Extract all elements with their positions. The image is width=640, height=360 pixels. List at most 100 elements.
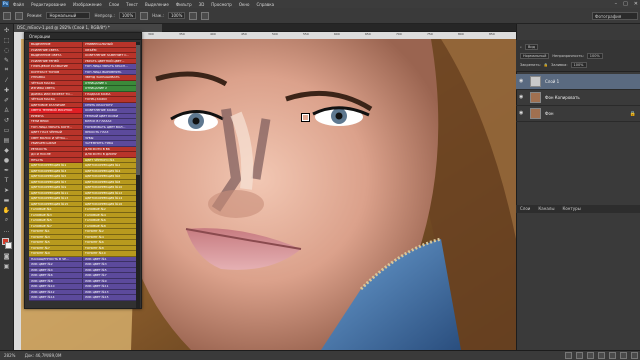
ruler-tick-label: 800 [458,32,464,36]
new-layer-icon[interactable] [620,352,627,359]
eye-icon[interactable]: ◉ [519,78,527,86]
layer-name: Слой 1 [545,79,560,84]
mode-label: Режим: [27,13,43,18]
ruler-tick-label: 750 [427,32,433,36]
document-tab[interactable]: DSC_mExcv-1.psd @ 282% (Слой 1, RGB/8*) … [14,24,162,32]
document-tabs: DSC_mExcv-1.psd @ 282% (Слой 1, RGB/8*) … [14,24,516,32]
actions-scroll-thumb[interactable] [136,45,140,175]
menu-edit[interactable]: Редактирование [31,2,66,7]
background-color[interactable] [5,242,12,249]
actions-scrollbar[interactable] [136,42,140,308]
opacity-input[interactable]: 100% [118,12,137,19]
tab-layers[interactable]: Слои [520,205,530,213]
fx-icon[interactable] [576,352,583,359]
layer-thumbnail [530,108,541,119]
layer-name: Фон [545,111,554,116]
menu-file[interactable]: Файл [13,2,24,7]
shape-tool-icon[interactable]: ▬ [2,196,12,204]
workspace-select[interactable]: Фотография [592,12,638,20]
menu-layers[interactable]: Слои [109,2,119,7]
zoom-tool-icon[interactable]: ⌕ [2,216,12,224]
tab-paths[interactable]: Контуры [562,205,580,213]
ruler-tick-label: 600 [334,32,340,36]
folder-icon[interactable] [609,352,616,359]
ruler-tick-label: 850 [489,32,495,36]
menu-filter[interactable]: Фильтр [176,2,192,7]
dodge-tool-icon[interactable]: ● [2,156,12,164]
adjustment-icon[interactable] [598,352,605,359]
brush-tool-icon-side[interactable]: ✐ [2,96,12,104]
menu-text[interactable]: Текст [126,2,138,7]
crop-tool-icon[interactable]: ⌗ [2,66,12,74]
action-item[interactable]: ЛИК ЦВЕТ №15 [83,295,137,301]
ruler-tick-label: 300 [148,32,154,36]
menu-3d[interactable]: 3D [199,2,205,7]
brush-tool-icon[interactable] [3,11,11,20]
ruler-tick-label: 450 [241,32,247,36]
menu-help[interactable]: Справка [256,2,274,7]
ruler-tick-label: 400 [210,32,216,36]
history-brush-icon[interactable]: ↺ [2,116,12,124]
hand-tool-icon[interactable]: ✋ [2,206,12,214]
app-logo: Ps [2,1,9,7]
screen-mode-icon[interactable]: ▣ [2,262,12,270]
menu-view[interactable]: Просмотр [211,2,232,7]
layer-thumbnail [530,92,541,103]
layers-list: ◉ Слой 1 ◉ Фон Копировать ◉ Фон 🔒 [516,40,640,205]
pressure-opacity-icon[interactable] [140,11,149,20]
status-bar: 282% Док: 46,7M/89,0M [0,350,640,360]
path-select-icon[interactable]: ➤ [2,186,12,194]
gradient-tool-icon[interactable]: ▤ [2,136,12,144]
link-layers-icon[interactable] [565,352,572,359]
type-tool-icon[interactable]: T [2,176,12,184]
zoom-level[interactable]: 282% [4,351,15,360]
flow-label: Наж.: [152,13,164,18]
actions-grid: ВЫДЕЛЕНИЕ УНИВЕРСАЛЬНЫЙ УСИЛЕНИЕ СВЕТА ОБЪЁ… [29,42,137,301]
doc-size: Док: 46,7M/89,0M [24,353,62,358]
minimize-icon[interactable]: – [615,1,618,7]
action-item[interactable]: ЛИК ЦВЕТ №14 [29,295,83,301]
tab-channels[interactable]: Каналы [538,205,554,213]
menu-image[interactable]: Изображение [73,2,102,7]
trash-icon[interactable] [631,352,638,359]
pressure-size-icon[interactable] [201,11,210,20]
layer-row[interactable]: ◉ Слой 1 [516,74,640,90]
close-icon[interactable]: ✕ [634,1,638,7]
blur-tool-icon[interactable]: ◆ [2,146,12,154]
airbrush-icon[interactable] [189,11,198,20]
eye-icon[interactable]: ◉ [519,94,527,102]
panel-tabs: Слои Каналы Контуры [516,205,640,213]
brush-preset-icon[interactable] [15,11,23,20]
more-tools-icon[interactable]: … [2,226,12,234]
mask-icon[interactable] [587,352,594,359]
menu-window[interactable]: Окно [239,2,250,7]
eraser-tool-icon[interactable]: ▭ [2,126,12,134]
quick-select-icon[interactable]: ✎ [2,56,12,64]
healing-brush-icon[interactable]: ✚ [2,86,12,94]
menu-bar: Ps Файл Редактирование Изображение Слои … [0,0,640,8]
eye-icon[interactable]: ◉ [519,110,527,118]
stamp-tool-icon[interactable]: ♙ [2,106,12,114]
lasso-tool-icon[interactable]: ◌ [2,46,12,54]
layer-row[interactable]: ◉ Фон 🔒 [516,106,640,122]
layer-thumbnail [530,76,541,87]
menu-select[interactable]: Выделение [145,2,169,7]
ruler-tick-label: 650 [365,32,371,36]
layer-row[interactable]: ◉ Фон Копировать [516,90,640,106]
actions-panel: Операции ВЫДЕЛЕНИЕ УНИВЕРСАЛЬНЫЙ УСИЛЕНИЕ … [24,32,142,309]
maximize-icon[interactable]: □ [623,1,628,7]
quick-mask-icon[interactable]: ◙ [2,252,12,260]
eyedropper-icon[interactable]: ⁄ [2,76,12,84]
ruler-vertical[interactable] [14,39,21,350]
ruler-tick-label: 550 [303,32,309,36]
window-controls: – □ ✕ [615,0,638,8]
pen-tool-icon[interactable]: ✒ [2,166,12,174]
transform-handle[interactable] [301,113,310,122]
marquee-tool-icon[interactable]: ⬚ [2,36,12,44]
options-bar: Режим: Нормальный Непрозр.: 100% Наж.: 1… [0,8,640,24]
ruler-tick-label: 700 [396,32,402,36]
move-tool-icon[interactable]: ✣ [2,26,12,34]
color-swatches[interactable] [0,238,13,250]
mode-select[interactable]: Нормальный [46,12,91,19]
flow-input[interactable]: 100% [167,12,186,19]
